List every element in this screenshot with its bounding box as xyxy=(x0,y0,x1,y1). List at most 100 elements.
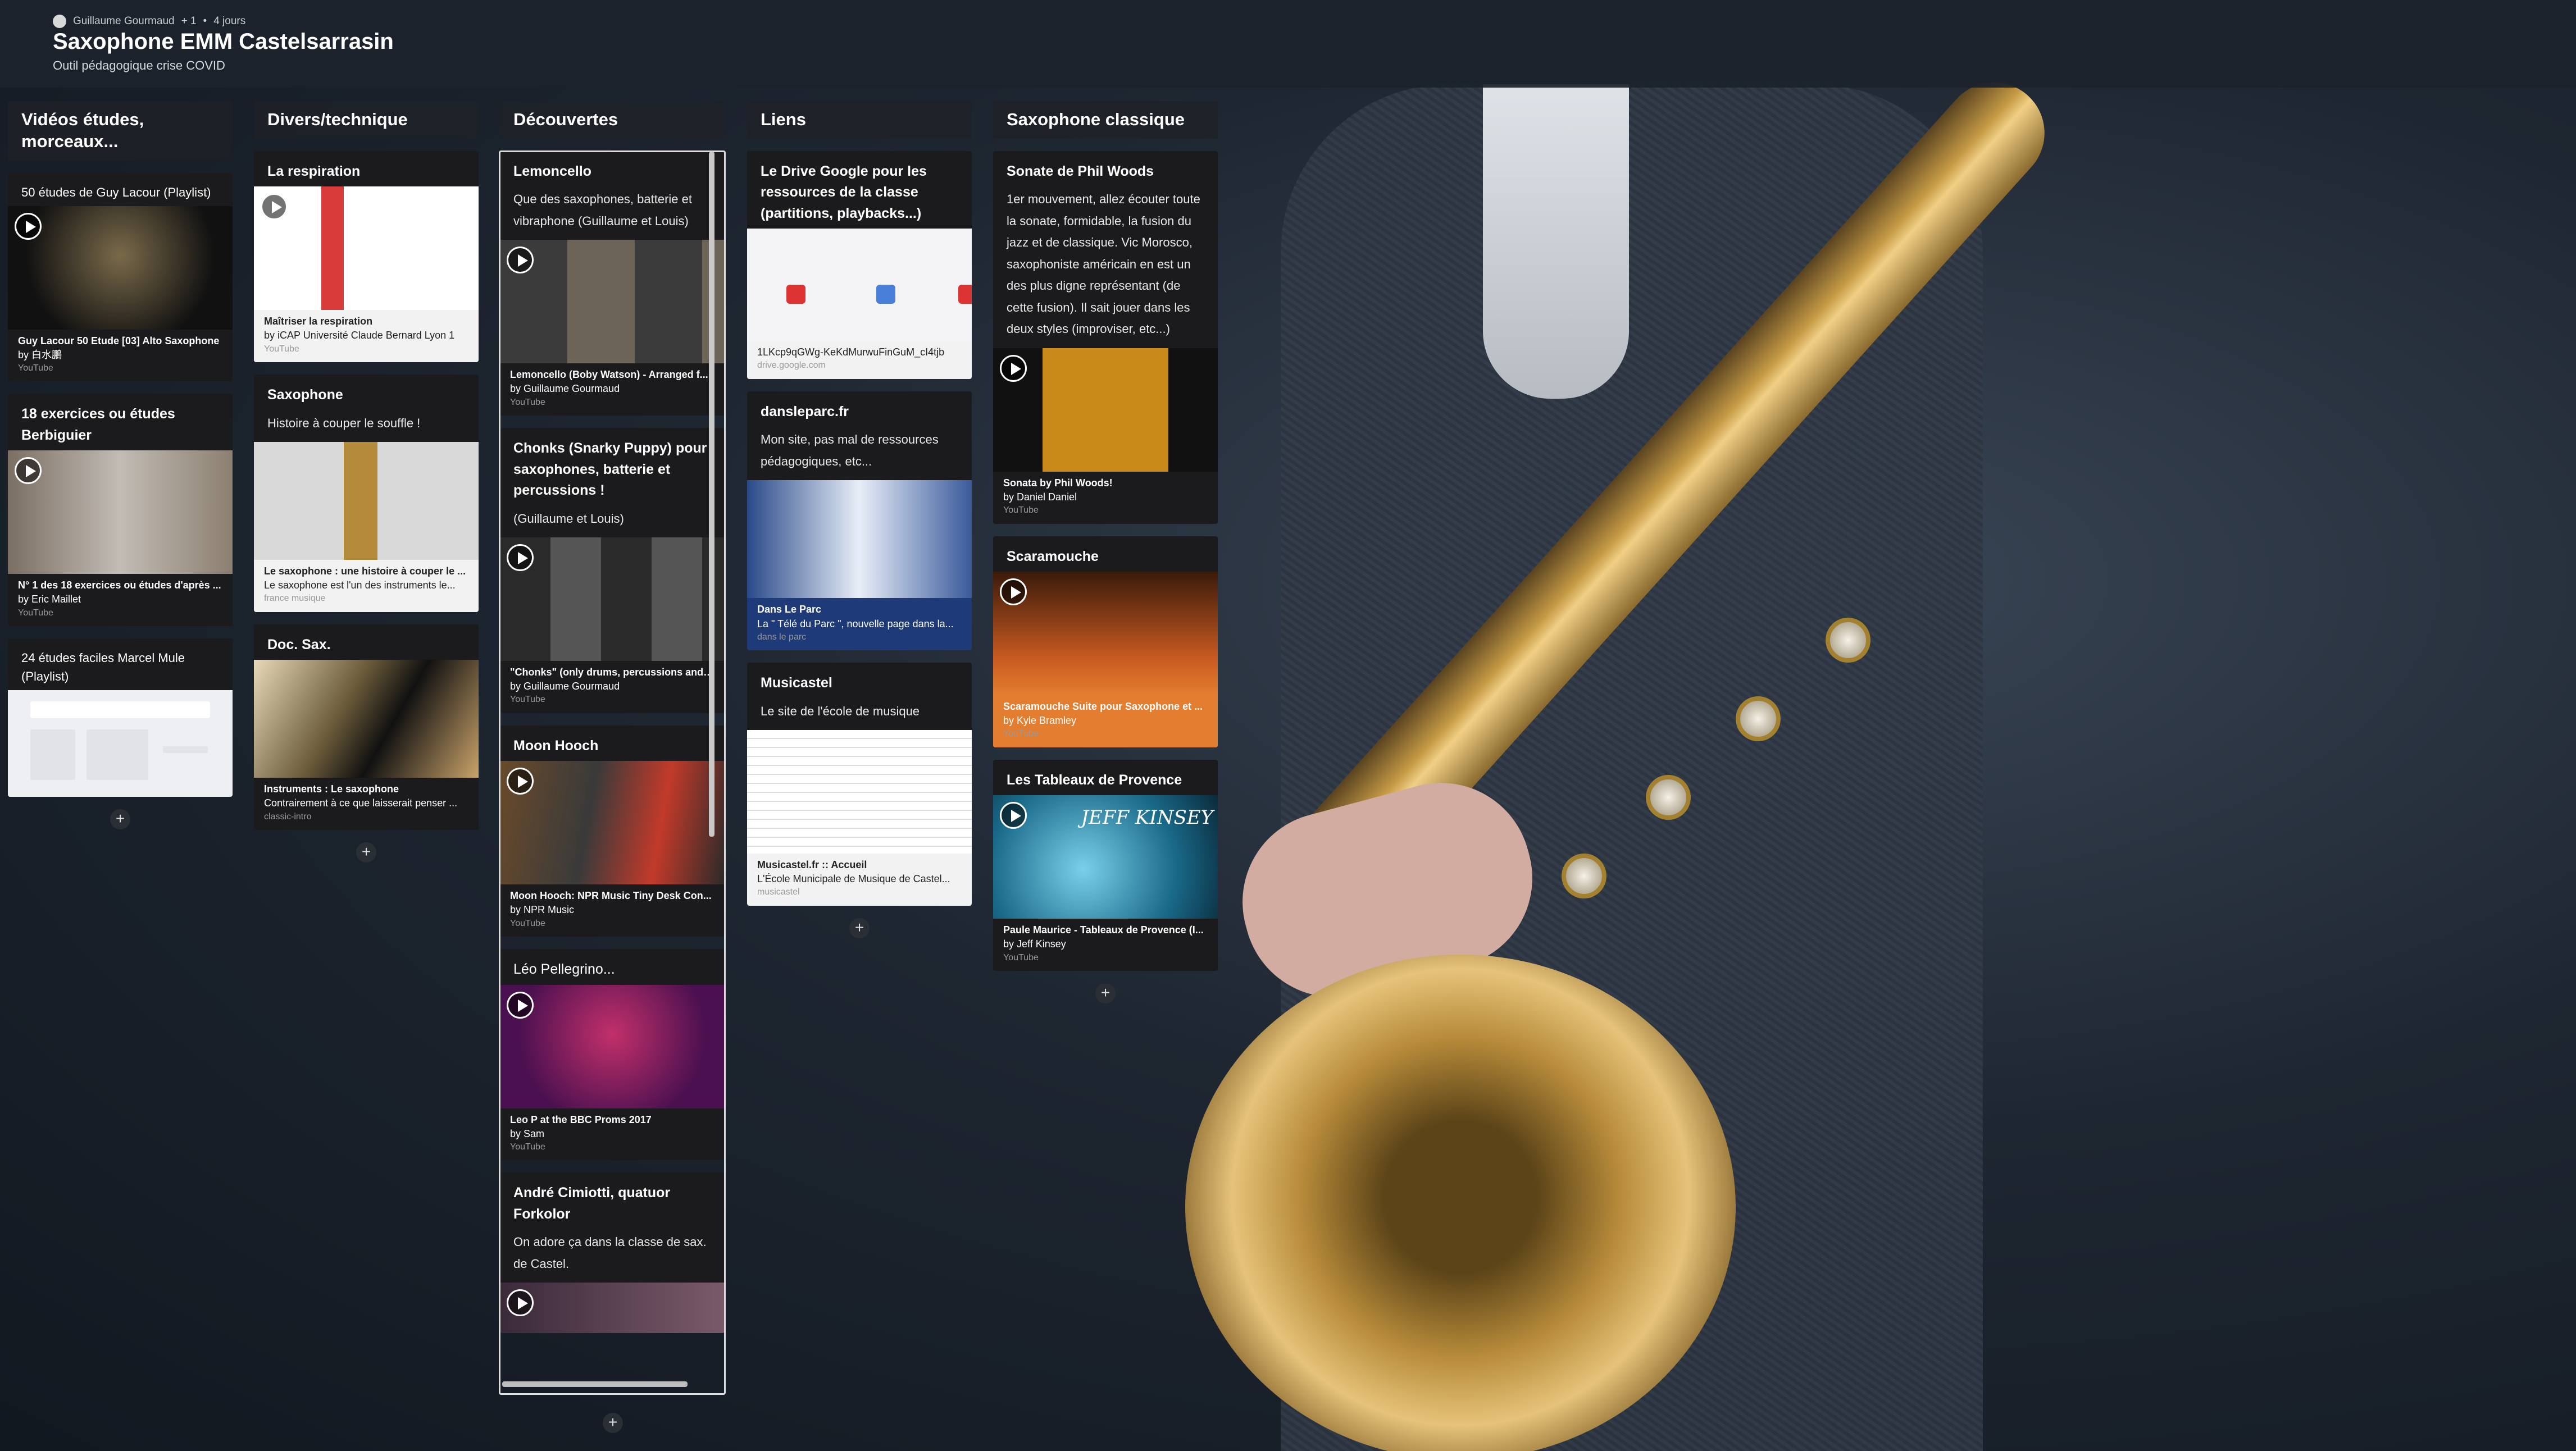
column-liens: Liens Le Drive Google pour les ressource… xyxy=(747,101,972,938)
attachment-title: Dans Le Parc xyxy=(757,604,822,615)
play-icon[interactable] xyxy=(1000,578,1027,606)
background-shirt xyxy=(1483,84,1629,399)
post-card[interactable]: 50 études de Guy Lacour (Playlist) Guy L… xyxy=(8,172,233,382)
post-card[interactable]: 18 exercices ou études Berbiguier N° 1 d… xyxy=(8,394,233,627)
video-thumbnail[interactable]: JEFF KINSEY xyxy=(993,795,1218,919)
avatar[interactable] xyxy=(53,15,66,28)
video-thumbnail[interactable] xyxy=(8,450,233,574)
preview-bar xyxy=(30,701,210,719)
post-card[interactable]: La respiration Maîtriser la respiration … xyxy=(254,150,479,363)
post-body: 1er mouvement, allez écouter toute la so… xyxy=(1007,192,1200,336)
link-preview-image[interactable] xyxy=(254,660,479,778)
post-title: 50 études de Guy Lacour (Playlist) xyxy=(21,185,211,199)
attachment-source: YouTube xyxy=(18,608,53,618)
play-icon[interactable] xyxy=(15,457,42,485)
attachment-description: L'École Municipale de Musique de Castel.… xyxy=(757,873,950,885)
add-post-button[interactable]: + xyxy=(110,809,130,830)
play-icon[interactable] xyxy=(15,212,42,240)
post-title: Saxophone xyxy=(267,387,343,403)
video-thumbnail[interactable] xyxy=(993,572,1218,696)
contributors-count: + 1 xyxy=(181,15,197,27)
post-title: 24 études faciles Marcel Mule (Playlist) xyxy=(21,651,185,684)
vertical-scrollbar[interactable] xyxy=(709,152,714,837)
post-card[interactable]: Doc. Sax. Instruments : Le saxophone Con… xyxy=(254,624,479,831)
attachment-title: Scaramouche Suite pour Saxophone et ... xyxy=(1003,701,1203,713)
background-sax-key xyxy=(1646,775,1691,820)
thumbnail-text: JEFF KINSEY xyxy=(1081,806,1213,829)
author-name[interactable]: Guillaume Gourmaud xyxy=(73,15,175,28)
post-card[interactable]: 24 études faciles Marcel Mule (Playlist) xyxy=(8,638,233,797)
post-title: Doc. Sax. xyxy=(267,636,331,653)
doc-file-icon xyxy=(876,285,895,304)
post-title: Scaramouche xyxy=(1007,548,1099,564)
post-title: dansleparc.fr xyxy=(761,403,849,419)
link-preview-image[interactable] xyxy=(747,480,972,599)
add-post-button[interactable]: + xyxy=(603,1413,623,1433)
attachment-source: YouTube xyxy=(1003,505,1039,515)
post-card[interactable]: Sonate de Phil Woods 1er mouvement, alle… xyxy=(993,150,1218,524)
attachment-author: by 白水鵬 xyxy=(18,349,62,361)
video-thumbnail[interactable] xyxy=(993,348,1218,472)
column-scroll-frame xyxy=(499,150,726,1395)
attachment-title: 1LKcp9qGWg-KeKdMurwuFinGuM_cI4tjb xyxy=(757,346,945,358)
attachment-description: Contrairement à ce que laisserait penser… xyxy=(264,797,458,809)
post-title: 18 exercices ou études Berbiguier xyxy=(21,406,175,443)
video-thumbnail[interactable] xyxy=(8,206,233,330)
attachment-source: drive.google.com xyxy=(757,361,826,371)
attachment-description: Le saxophone est l'un des instruments le… xyxy=(264,580,456,591)
attachment-title: Le saxophone : une histoire à couper le … xyxy=(264,565,466,577)
column-title[interactable]: Vidéos études, morceaux... xyxy=(8,101,233,161)
play-icon[interactable] xyxy=(1000,802,1027,829)
column-title[interactable]: Découvertes xyxy=(500,101,725,139)
background-saxophone-bell xyxy=(1185,955,1736,1451)
post-card[interactable]: Saxophone Histoire à couper le souffle !… xyxy=(254,375,479,612)
post-title: Musicastel xyxy=(761,675,832,691)
post-card[interactable]: Le Drive Google pour les ressources de l… xyxy=(747,150,972,379)
post-title: Sonate de Phil Woods xyxy=(1007,163,1154,179)
play-icon[interactable] xyxy=(261,193,288,221)
attachment-author: by Daniel Daniel xyxy=(1003,491,1077,503)
attachment-caption: Dans Le Parc La " Télé du Parc ", nouvel… xyxy=(747,598,972,651)
link-preview-image[interactable] xyxy=(254,442,479,560)
board-subtitle: Outil pédagogique crise COVID xyxy=(53,58,225,72)
attachment-source: dans le parc xyxy=(757,632,807,642)
drive-file-icon xyxy=(786,285,805,304)
attachment-title: Instruments : Le saxophone xyxy=(264,783,399,795)
preview-block xyxy=(30,729,75,781)
drive-file-icon xyxy=(958,285,972,304)
dot-separator: • xyxy=(203,15,207,27)
post-body: Histoire à couper le souffle ! xyxy=(267,416,421,430)
attachment-source: france musique xyxy=(264,594,326,604)
attachment-source: musicastel xyxy=(757,887,800,897)
attachment-author: by iCAP Université Claude Bernard Lyon 1 xyxy=(264,330,455,341)
horizontal-scrollbar[interactable] xyxy=(502,1381,688,1387)
attachment-caption: Le saxophone : une histoire à couper le … xyxy=(254,560,479,612)
attachment-source: YouTube xyxy=(1003,952,1039,962)
add-post-button[interactable]: + xyxy=(849,918,870,938)
post-card[interactable]: Scaramouche Scaramouche Suite pour Saxop… xyxy=(993,536,1218,747)
board-title[interactable]: Saxophone EMM Castelsarrasin xyxy=(53,29,394,54)
column-title[interactable]: Liens xyxy=(747,101,972,139)
background-sax-key xyxy=(1826,618,1870,663)
board-meta: Guillaume Gourmaud + 1 • 4 jours xyxy=(53,15,245,28)
post-card[interactable]: Les Tableaux de Provence JEFF KINSEY Pau… xyxy=(993,759,1218,971)
post-card[interactable]: dansleparc.fr Mon site, pas mal de resso… xyxy=(747,391,972,651)
attachment-caption: Paule Maurice - Tableaux de Provence (I.… xyxy=(993,919,1218,971)
attachment-caption: 1LKcp9qGWg-KeKdMurwuFinGuM_cI4tjb drive.… xyxy=(747,341,972,379)
attachment-author: by Kyle Bramley xyxy=(1003,715,1077,727)
column-divers-technique: Divers/technique La respiration Maîtrise… xyxy=(254,101,479,863)
playlist-preview[interactable] xyxy=(8,690,233,797)
column-videos-etudes: Vidéos études, morceaux... 50 études de … xyxy=(8,101,233,830)
post-body: Mon site, pas mal de ressources pédagogi… xyxy=(761,432,939,468)
link-preview-image[interactable] xyxy=(747,730,972,854)
post-card[interactable]: Musicastel Le site de l'école de musique… xyxy=(747,663,972,906)
video-thumbnail[interactable] xyxy=(254,186,479,311)
column-title[interactable]: Divers/technique xyxy=(254,101,479,139)
column-title[interactable]: Saxophone classique xyxy=(993,101,1218,139)
board-header: Guillaume Gourmaud + 1 • 4 jours Saxopho… xyxy=(0,0,2576,88)
add-post-button[interactable]: + xyxy=(1095,983,1116,1004)
attachment-title: Paule Maurice - Tableaux de Provence (I.… xyxy=(1003,924,1204,936)
link-preview-image[interactable] xyxy=(747,229,972,341)
play-icon[interactable] xyxy=(1000,354,1027,382)
add-post-button[interactable]: + xyxy=(356,842,376,863)
